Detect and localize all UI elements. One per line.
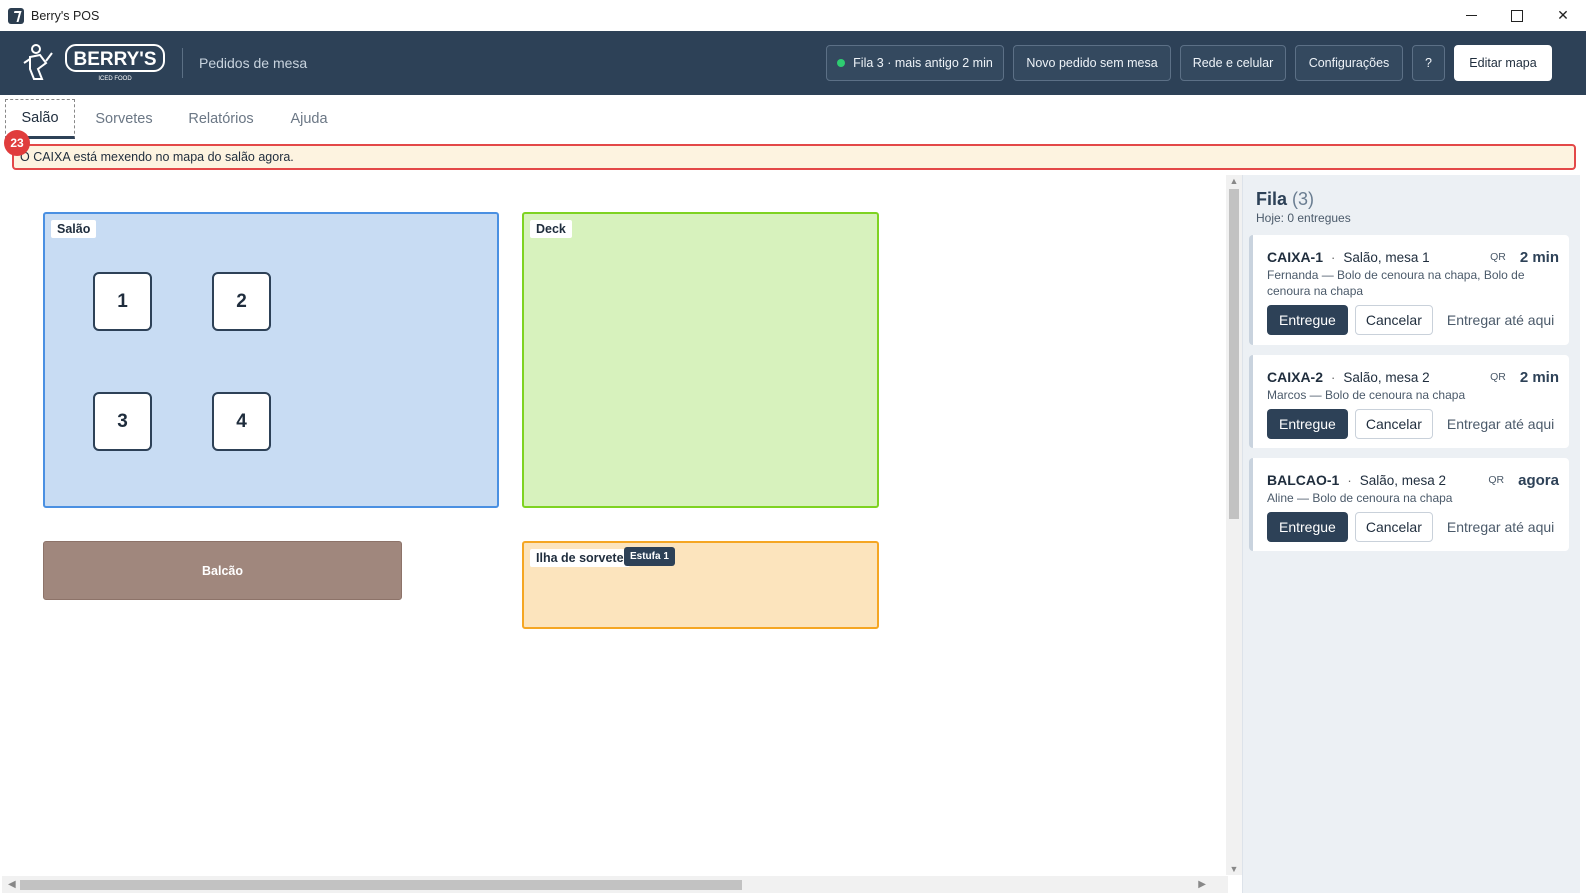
- order-location: Salão, mesa 2: [1343, 369, 1430, 385]
- new-order-button[interactable]: Novo pedido sem mesa: [1013, 45, 1171, 81]
- logo-text: BERRY'S: [74, 49, 157, 70]
- map-horizontal-scrollbar[interactable]: ◀ ▶: [2, 876, 1228, 893]
- window-titlebar: Berry's POS ✕: [0, 0, 1586, 31]
- cancel-button[interactable]: Cancelar: [1354, 512, 1433, 542]
- app-icon: [8, 7, 24, 24]
- zone-salao[interactable]: Salão: [43, 212, 499, 508]
- network-button[interactable]: Rede e celular: [1180, 45, 1286, 81]
- delivered-button[interactable]: Entregue: [1267, 305, 1348, 335]
- logo-tagline: ICED FOOD: [98, 76, 132, 82]
- qr-tag: QR: [1490, 251, 1506, 263]
- separator: ·: [1331, 249, 1336, 265]
- queue-status-button[interactable]: Fila 3 · mais antigo 2 min: [826, 45, 1004, 81]
- qr-tag: QR: [1488, 474, 1505, 486]
- order-actions: Entregue Cancelar Entregar até aqui: [1267, 512, 1559, 542]
- queue-title: Fila (3): [1256, 189, 1314, 210]
- queue-sidebar: Fila (3) Hoje: 0 entregues CAIXA-1 · Sal…: [1242, 175, 1580, 893]
- zone-label: Deck: [530, 220, 572, 238]
- app-header: BERRY'S ICED FOOD Pedidos de mesa Fila 3…: [0, 31, 1586, 95]
- deliver-until-here-button[interactable]: Entregar até aqui: [1447, 312, 1554, 328]
- edit-map-button[interactable]: Editar mapa: [1454, 45, 1552, 81]
- separator: ·: [1331, 369, 1336, 385]
- map-lock-notice: O CAIXA está mexendo no mapa do salão ag…: [12, 144, 1576, 170]
- map-vertical-scrollbar[interactable]: ▲ ▼: [1226, 175, 1242, 875]
- separator: ·: [1347, 472, 1352, 488]
- queue-today-summary: Hoje: 0 entregues: [1256, 211, 1351, 225]
- cancel-button[interactable]: Cancelar: [1354, 305, 1433, 335]
- order-location: Salão, mesa 2: [1359, 472, 1446, 488]
- order-actions: Entregue Cancelar Entregar até aqui: [1267, 409, 1559, 439]
- page-subtitle: Pedidos de mesa: [199, 55, 308, 71]
- order-card-header: CAIXA-1 · Salão, mesa 1 QR 2 min: [1267, 247, 1559, 267]
- scroll-right-icon[interactable]: ▶: [1198, 879, 1206, 890]
- order-card: BALCAO-1 · Salão, mesa 2 QR agora Aline …: [1249, 458, 1569, 551]
- tab-bar: Salão Sorvetes Relatórios Ajuda: [0, 95, 1586, 139]
- settings-button[interactable]: Configurações: [1295, 45, 1403, 81]
- order-card-header: CAIXA-2 · Salão, mesa 2 QR 2 min: [1267, 367, 1559, 387]
- order-card: CAIXA-1 · Salão, mesa 1 QR 2 min Fernand…: [1249, 235, 1569, 345]
- table-2[interactable]: 2: [212, 272, 271, 331]
- order-code: BALCAO-1: [1267, 472, 1340, 488]
- estufa-tag[interactable]: Estufa 1: [624, 547, 675, 566]
- scroll-left-icon[interactable]: ◀: [8, 879, 16, 890]
- order-age: 2 min: [1519, 368, 1559, 386]
- order-code: CAIXA-2: [1267, 369, 1324, 385]
- zone-label: Ilha de sorvete: [530, 549, 630, 567]
- deliver-until-here-button[interactable]: Entregar até aqui: [1447, 519, 1554, 535]
- scroll-down-icon[interactable]: ▼: [1229, 864, 1239, 874]
- zone-ilha-de-sorvete[interactable]: Ilha de sorvete Estufa 1: [522, 541, 879, 629]
- order-age: agora: [1518, 471, 1559, 489]
- minimize-icon[interactable]: [1448, 0, 1494, 31]
- deliver-until-here-button[interactable]: Entregar até aqui: [1447, 416, 1554, 432]
- order-actions: Entregue Cancelar Entregar até aqui: [1267, 305, 1559, 335]
- delivered-button[interactable]: Entregue: [1267, 409, 1348, 439]
- annotation-badge: 23: [4, 130, 30, 156]
- delivered-button[interactable]: Entregue: [1267, 512, 1348, 542]
- order-age: 2 min: [1519, 248, 1559, 266]
- help-button[interactable]: ?: [1412, 45, 1445, 81]
- scroll-thumb[interactable]: [20, 880, 742, 890]
- window-title: Berry's POS: [31, 8, 100, 23]
- zone-deck[interactable]: Deck: [522, 212, 879, 508]
- header-divider: [182, 48, 183, 78]
- order-description: Aline — Bolo de cenoura na chapa: [1267, 491, 1453, 505]
- order-description: Marcos — Bolo de cenoura na chapa: [1267, 388, 1466, 402]
- queue-count: (3): [1292, 189, 1315, 209]
- zone-label: Balcão: [202, 563, 243, 578]
- order-code: CAIXA-1: [1267, 249, 1324, 265]
- scroll-thumb[interactable]: [1229, 189, 1239, 519]
- zone-balcao[interactable]: Balcão: [43, 541, 402, 600]
- close-icon[interactable]: ✕: [1540, 0, 1586, 31]
- queue-status-label: Fila 3 · mais antigo 2 min: [853, 56, 993, 70]
- tab-ajuda[interactable]: Ajuda: [280, 99, 338, 139]
- order-card-header: BALCAO-1 · Salão, mesa 2 QR agora: [1267, 470, 1559, 490]
- tab-relatorios[interactable]: Relatórios: [180, 99, 262, 139]
- scroll-up-icon[interactable]: ▲: [1229, 176, 1239, 186]
- window-controls: ✕: [1448, 0, 1586, 31]
- table-1[interactable]: 1: [93, 272, 152, 331]
- tab-sorvetes[interactable]: Sorvetes: [88, 99, 160, 139]
- queue-title-text: Fila: [1256, 189, 1288, 209]
- order-description: Fernanda — Bolo de cenoura na chapa, Bol…: [1267, 268, 1525, 298]
- order-card: CAIXA-2 · Salão, mesa 2 QR 2 min Marcos …: [1249, 355, 1569, 448]
- table-4[interactable]: 4: [212, 392, 271, 451]
- cancel-button[interactable]: Cancelar: [1354, 409, 1433, 439]
- berrys-logo: BERRY'S ICED FOOD: [23, 44, 165, 82]
- qr-tag: QR: [1490, 371, 1506, 383]
- maximize-icon[interactable]: [1494, 0, 1540, 31]
- status-dot-icon: [837, 59, 846, 67]
- notice-text: O CAIXA está mexendo no mapa do salão ag…: [20, 150, 294, 164]
- zone-label: Salão: [51, 220, 97, 238]
- order-location: Salão, mesa 1: [1343, 249, 1430, 265]
- table-3[interactable]: 3: [93, 392, 152, 451]
